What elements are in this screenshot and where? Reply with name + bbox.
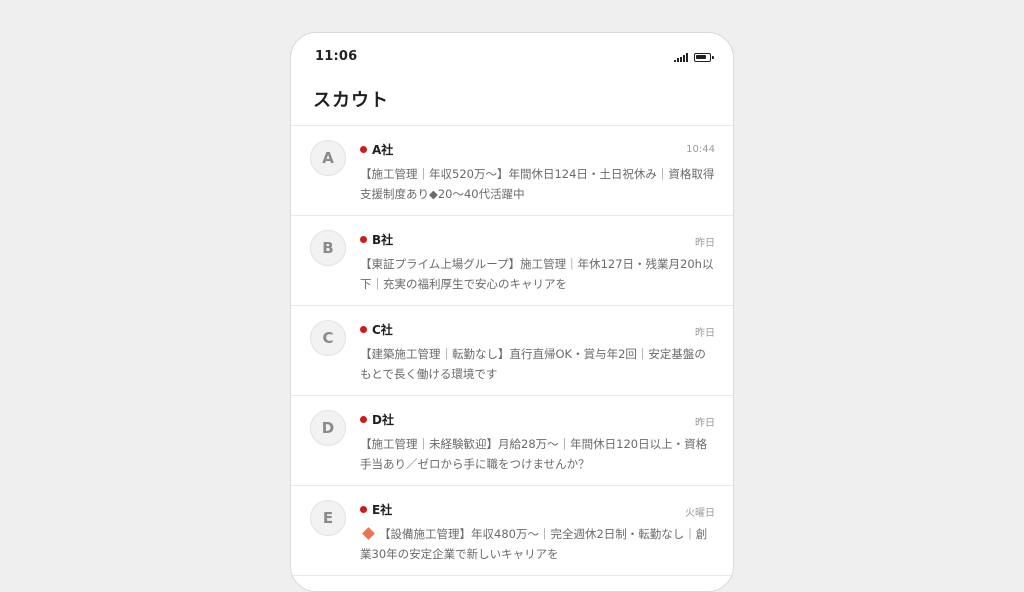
battery-level bbox=[696, 54, 706, 59]
unread-dot-icon bbox=[360, 506, 367, 513]
avatar: D bbox=[310, 410, 346, 446]
unread-dot-icon bbox=[360, 236, 367, 243]
diamond-icon bbox=[362, 527, 375, 540]
message-time: 昨日 bbox=[695, 328, 715, 339]
phone-frame: 11:06 スカウト A A社 10:44 【施工管理｜年収520万〜】年間休日… bbox=[290, 32, 734, 592]
avatar: E bbox=[310, 500, 346, 536]
company-row: B社 bbox=[360, 231, 393, 248]
company-name: E社 bbox=[372, 503, 393, 517]
scout-list: A A社 10:44 【施工管理｜年収520万〜】年間休日124日・土日祝休み｜… bbox=[291, 125, 733, 576]
status-bar: 11:06 bbox=[291, 33, 733, 81]
message-preview: 【設備施工管理】年収480万〜｜完全週休2日制・転勤なし｜創業30年の安定企業で… bbox=[360, 524, 715, 564]
message-time: 10:44 bbox=[686, 144, 715, 155]
unread-dot-icon bbox=[360, 326, 367, 333]
company-name: A社 bbox=[372, 143, 394, 157]
message-text: 【建築施工管理｜転勤なし】直行直帰OK・賞与年2回｜安定基盤のもとで長く働ける環… bbox=[360, 347, 706, 381]
unread-dot-icon bbox=[360, 146, 367, 153]
message-time: 火曜日 bbox=[685, 508, 715, 519]
message-text: 【設備施工管理】年収480万〜｜完全週休2日制・転勤なし｜創業30年の安定企業で… bbox=[360, 527, 708, 561]
scout-item-d[interactable]: D D社 昨日 【施工管理｜未経験歓迎】月給28万〜｜年間休日120日以上・資格… bbox=[291, 396, 733, 486]
message-text: 【東証プライム上場グループ】施工管理｜年休127日・残業月20h以下｜充実の福利… bbox=[360, 257, 714, 291]
message-preview: 【施工管理｜年収520万〜】年間休日124日・土日祝休み｜資格取得支援制度あり◆… bbox=[360, 164, 715, 204]
company-name: C社 bbox=[372, 323, 393, 337]
battery-icon bbox=[694, 52, 714, 62]
signal-icon bbox=[674, 52, 688, 62]
avatar: B bbox=[310, 230, 346, 266]
company-row: D社 bbox=[360, 411, 394, 428]
message-time: 昨日 bbox=[695, 418, 715, 429]
company-row: C社 bbox=[360, 321, 393, 338]
message-preview: 【東証プライム上場グループ】施工管理｜年休127日・残業月20h以下｜充実の福利… bbox=[360, 254, 715, 294]
scout-item-a[interactable]: A A社 10:44 【施工管理｜年収520万〜】年間休日124日・土日祝休み｜… bbox=[291, 126, 733, 216]
scout-item-c[interactable]: C C社 昨日 【建築施工管理｜転勤なし】直行直帰OK・賞与年2回｜安定基盤のも… bbox=[291, 306, 733, 396]
message-text: 【施工管理｜未経験歓迎】月給28万〜｜年間休日120日以上・資格手当あり／ゼロか… bbox=[360, 437, 708, 471]
message-time: 昨日 bbox=[695, 238, 715, 249]
unread-dot-icon bbox=[360, 416, 367, 423]
company-row: E社 bbox=[360, 501, 392, 518]
scout-item-e[interactable]: E E社 火曜日 【設備施工管理】年収480万〜｜完全週休2日制・転勤なし｜創業… bbox=[291, 486, 733, 576]
status-icons bbox=[674, 51, 714, 63]
message-text: 【施工管理｜年収520万〜】年間休日124日・土日祝休み｜資格取得支援制度あり◆… bbox=[360, 167, 715, 201]
avatar: C bbox=[310, 320, 346, 356]
message-preview: 【施工管理｜未経験歓迎】月給28万〜｜年間休日120日以上・資格手当あり／ゼロか… bbox=[360, 434, 715, 474]
avatar: A bbox=[310, 140, 346, 176]
status-time: 11:06 bbox=[315, 49, 358, 64]
company-name: D社 bbox=[372, 413, 394, 427]
message-preview: 【建築施工管理｜転勤なし】直行直帰OK・賞与年2回｜安定基盤のもとで長く働ける環… bbox=[360, 344, 715, 384]
company-row: A社 bbox=[360, 141, 393, 158]
scout-item-b[interactable]: B B社 昨日 【東証プライム上場グループ】施工管理｜年休127日・残業月20h… bbox=[291, 216, 733, 306]
company-name: B社 bbox=[372, 233, 394, 247]
page-title: スカウト bbox=[313, 90, 389, 111]
